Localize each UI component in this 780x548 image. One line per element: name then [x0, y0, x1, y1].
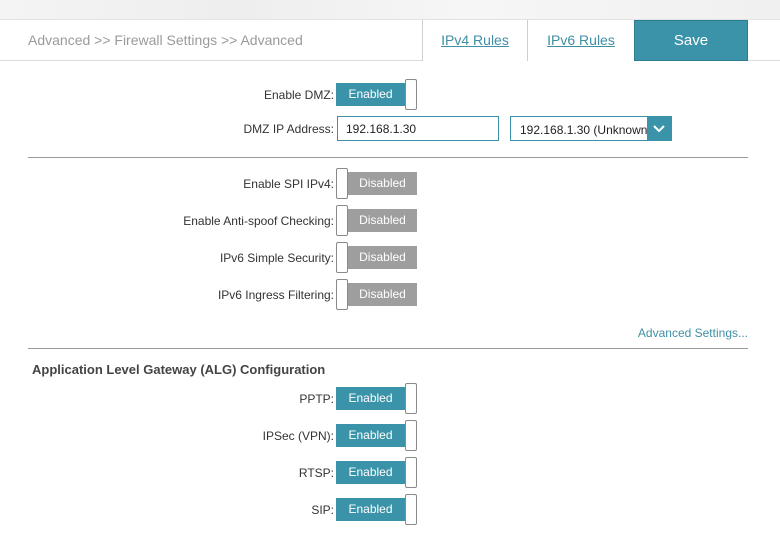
ipv6-rules-button[interactable]: IPv6 Rules — [527, 20, 635, 61]
enable-spi-ipv4-toggle[interactable]: Disabled — [336, 168, 417, 199]
enable-dmz-toggle[interactable]: Enabled — [336, 79, 417, 110]
enable-spi-ipv4-label: Enable SPI IPv4: — [243, 177, 334, 191]
toggle-knob — [405, 420, 417, 451]
sip-label: SIP: — [311, 503, 334, 517]
section-divider — [28, 157, 748, 158]
ipv6-simple-security-toggle[interactable]: Disabled — [336, 242, 417, 273]
rtsp-state: Enabled — [336, 461, 405, 484]
top-strip — [0, 0, 780, 20]
toggle-knob — [336, 205, 348, 236]
header-bar: Advanced >> Firewall Settings >> Advance… — [0, 20, 780, 61]
pptp-state: Enabled — [336, 387, 405, 410]
toggle-knob — [336, 279, 348, 310]
ipv6-ingress-filtering-state: Disabled — [348, 283, 417, 306]
anti-spoof-state: Disabled — [348, 209, 417, 232]
toggle-knob — [405, 79, 417, 110]
toggle-knob — [405, 457, 417, 488]
rtsp-toggle[interactable]: Enabled — [336, 457, 417, 488]
toggle-knob — [336, 168, 348, 199]
sip-state: Enabled — [336, 498, 405, 521]
alg-section-title: Application Level Gateway (ALG) Configur… — [32, 362, 326, 377]
save-button[interactable]: Save — [634, 20, 748, 61]
advanced-settings-link[interactable]: Advanced Settings... — [600, 326, 748, 340]
toggle-knob — [336, 242, 348, 273]
ipv6-ingress-filtering-label: IPv6 Ingress Filtering: — [217, 288, 334, 302]
chevron-down-icon[interactable] — [647, 117, 671, 140]
enable-dmz-label: Enable DMZ: — [263, 88, 334, 102]
pptp-label: PPTP: — [299, 392, 334, 406]
anti-spoof-toggle[interactable]: Disabled — [336, 205, 417, 236]
section-divider — [28, 348, 748, 349]
dmz-ip-input[interactable] — [337, 116, 499, 141]
breadcrumb: Advanced >> Firewall Settings >> Advance… — [28, 32, 303, 48]
pptp-toggle[interactable]: Enabled — [336, 383, 417, 414]
rtsp-label: RTSP: — [298, 466, 334, 480]
ipv6-simple-security-state: Disabled — [348, 246, 417, 269]
anti-spoof-label: Enable Anti-spoof Checking: — [183, 214, 334, 228]
ipv4-rules-button[interactable]: IPv4 Rules — [422, 20, 528, 61]
ipv6-ingress-filtering-toggle[interactable]: Disabled — [336, 279, 417, 310]
dmz-ip-label: DMZ IP Address: — [243, 122, 334, 136]
toggle-knob — [405, 383, 417, 414]
enable-spi-ipv4-state: Disabled — [348, 172, 417, 195]
dmz-ip-select[interactable]: 192.168.1.30 (Unknown) — [510, 116, 672, 141]
toggle-knob — [405, 494, 417, 525]
ipsec-vpn-toggle[interactable]: Enabled — [336, 420, 417, 451]
sip-toggle[interactable]: Enabled — [336, 494, 417, 525]
ipsec-vpn-label: IPSec (VPN): — [262, 429, 334, 443]
enable-dmz-state: Enabled — [336, 83, 405, 106]
dmz-ip-select-value: 192.168.1.30 (Unknown) — [520, 123, 652, 137]
ipv6-simple-security-label: IPv6 Simple Security: — [219, 251, 334, 265]
ipsec-vpn-state: Enabled — [336, 424, 405, 447]
